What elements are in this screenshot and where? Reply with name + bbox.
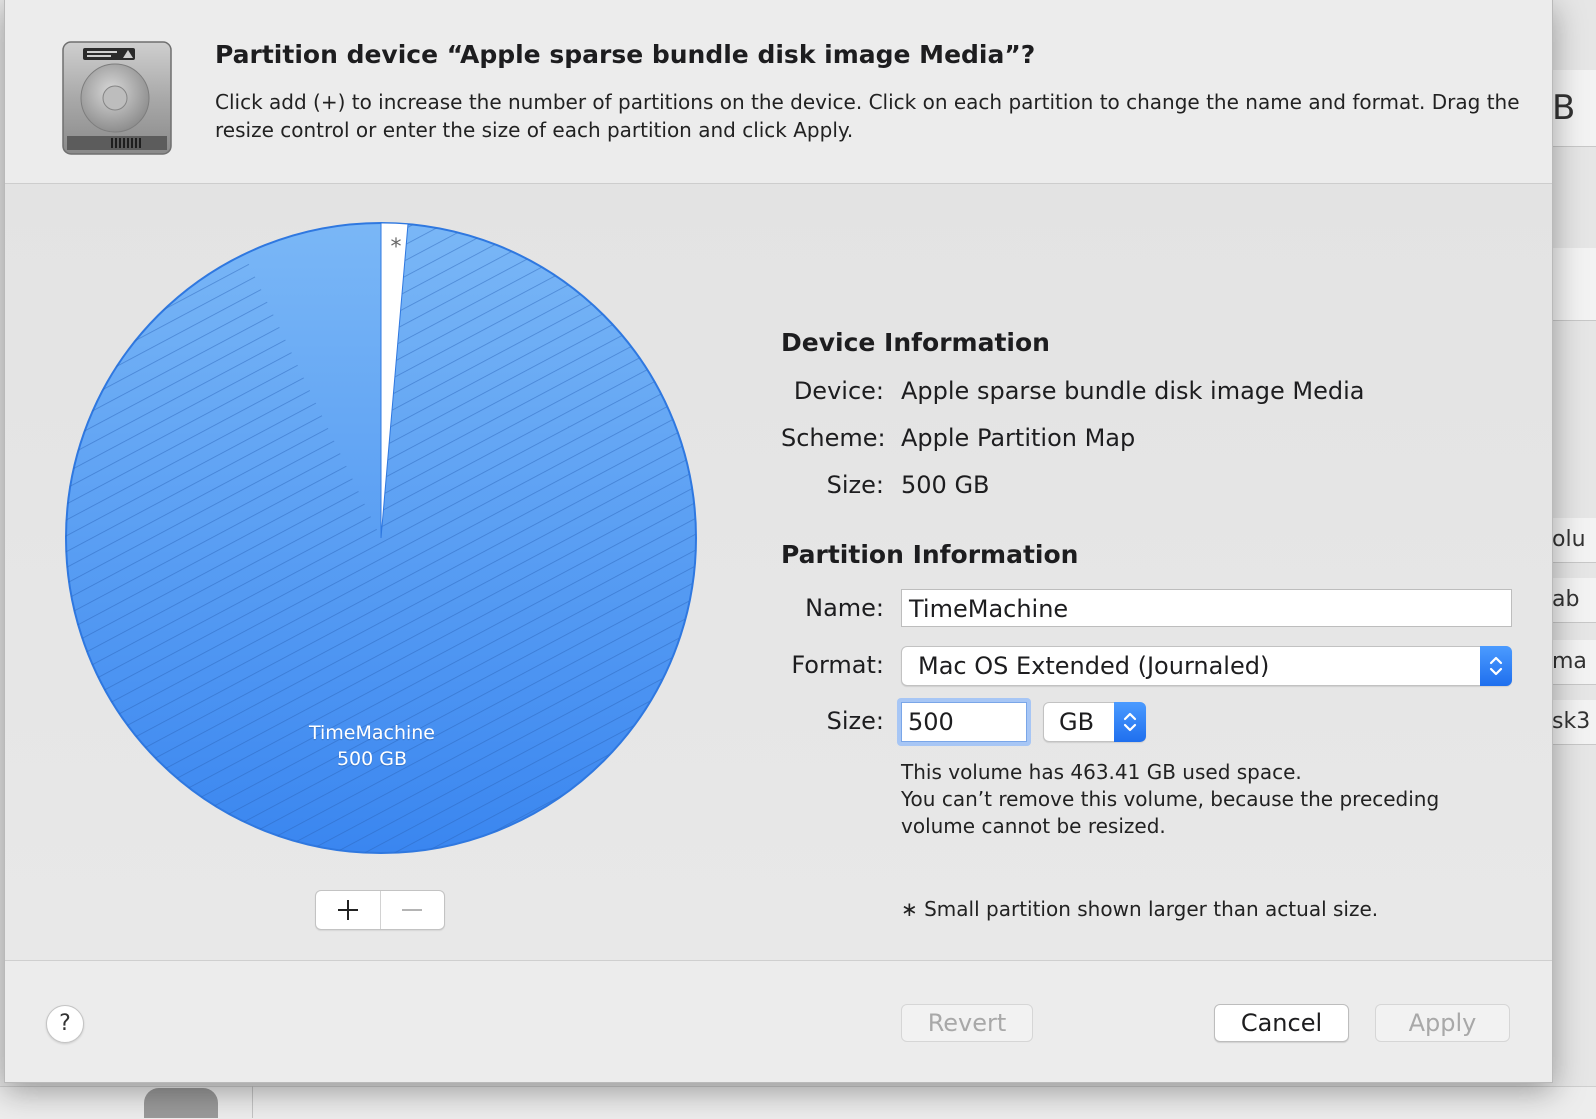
add-partition-button[interactable]	[316, 891, 380, 929]
background-fragment: olu	[1552, 518, 1596, 563]
size-unit-value: GB	[1059, 708, 1095, 736]
minus-icon	[402, 909, 423, 911]
dialog-footer: ? Revert Cancel Apply	[5, 962, 1552, 1082]
cancel-button[interactable]: Cancel	[1214, 1004, 1349, 1042]
partition-information-heading: Partition Information	[781, 540, 1079, 569]
partition-size-label: Size:	[826, 707, 884, 735]
chevron-up-down-icon	[1489, 656, 1503, 676]
dialog-description: Click add (+) to increase the number of …	[215, 90, 1520, 142]
partition-size-field[interactable]: 500	[901, 702, 1027, 742]
info-panel: Device Information Device: Apple sparse …	[781, 184, 1521, 960]
partition-name-field[interactable]: TimeMachine	[901, 589, 1512, 627]
scheme-label: Scheme:	[781, 424, 886, 452]
hard-drive-icon	[62, 41, 172, 155]
partition-name-label: Name:	[805, 594, 884, 622]
partition-size-field-focus-ring: 500	[897, 698, 1031, 746]
plus-icon	[337, 900, 358, 920]
device-information-heading: Device Information	[781, 328, 1050, 357]
dialog-body: * TimeMachine 500 GB Device Information …	[5, 184, 1552, 961]
background-scroll-thumb	[144, 1088, 218, 1118]
chevron-up-down-icon	[1123, 712, 1137, 732]
background-fragment: B	[1552, 70, 1596, 147]
apply-button[interactable]: Apply	[1375, 1004, 1510, 1042]
partition-format-select[interactable]: Mac OS Extended (Journaled)	[901, 646, 1512, 686]
cannot-remove-note-line2: volume cannot be resized.	[901, 814, 1166, 838]
partition-name-field-wrap: TimeMachine	[901, 589, 1512, 627]
size-unit-select[interactable]: GB	[1043, 702, 1146, 742]
scheme-value: Apple Partition Map	[901, 424, 1136, 452]
background-divider	[252, 1086, 253, 1118]
background-fragment: sk3	[1552, 700, 1596, 745]
partition-dialog: Partition device “Apple sparse bundle di…	[4, 0, 1553, 1083]
pie-partition-name: TimeMachine	[308, 722, 436, 744]
pie-partition-label: TimeMachine 500 GB	[267, 720, 477, 772]
used-space-note: This volume has 463.41 GB used space.	[901, 760, 1302, 784]
partition-add-remove-control	[315, 890, 445, 930]
dialog-header: Partition device “Apple sparse bundle di…	[5, 0, 1552, 184]
small-partition-marker: *	[391, 235, 402, 260]
format-select-chevrons	[1480, 646, 1512, 686]
background-bottom-bar	[0, 1086, 1596, 1119]
revert-button[interactable]: Revert	[901, 1004, 1033, 1042]
device-size-value: 500 GB	[901, 471, 990, 499]
small-partition-footnote: ∗ Small partition shown larger than actu…	[901, 897, 1379, 921]
device-label: Device:	[793, 377, 884, 405]
cannot-remove-note-line1: You can’t remove this volume, because th…	[901, 787, 1440, 811]
dialog-title: Partition device “Apple sparse bundle di…	[215, 40, 1036, 69]
unit-select-chevrons	[1114, 702, 1146, 742]
partition-format-label: Format:	[791, 651, 884, 679]
partition-format-value: Mac OS Extended (Journaled)	[918, 652, 1270, 680]
background-fragment: ab	[1552, 578, 1596, 623]
background-fragment-blank	[1552, 248, 1596, 321]
pie-partition-size: 500 GB	[336, 748, 408, 770]
device-value: Apple sparse bundle disk image Media	[901, 377, 1365, 405]
background-fragment: ma	[1552, 640, 1596, 685]
device-size-label: Size:	[826, 471, 884, 499]
remove-partition-button[interactable]	[379, 891, 445, 929]
help-button[interactable]: ?	[46, 1005, 84, 1043]
